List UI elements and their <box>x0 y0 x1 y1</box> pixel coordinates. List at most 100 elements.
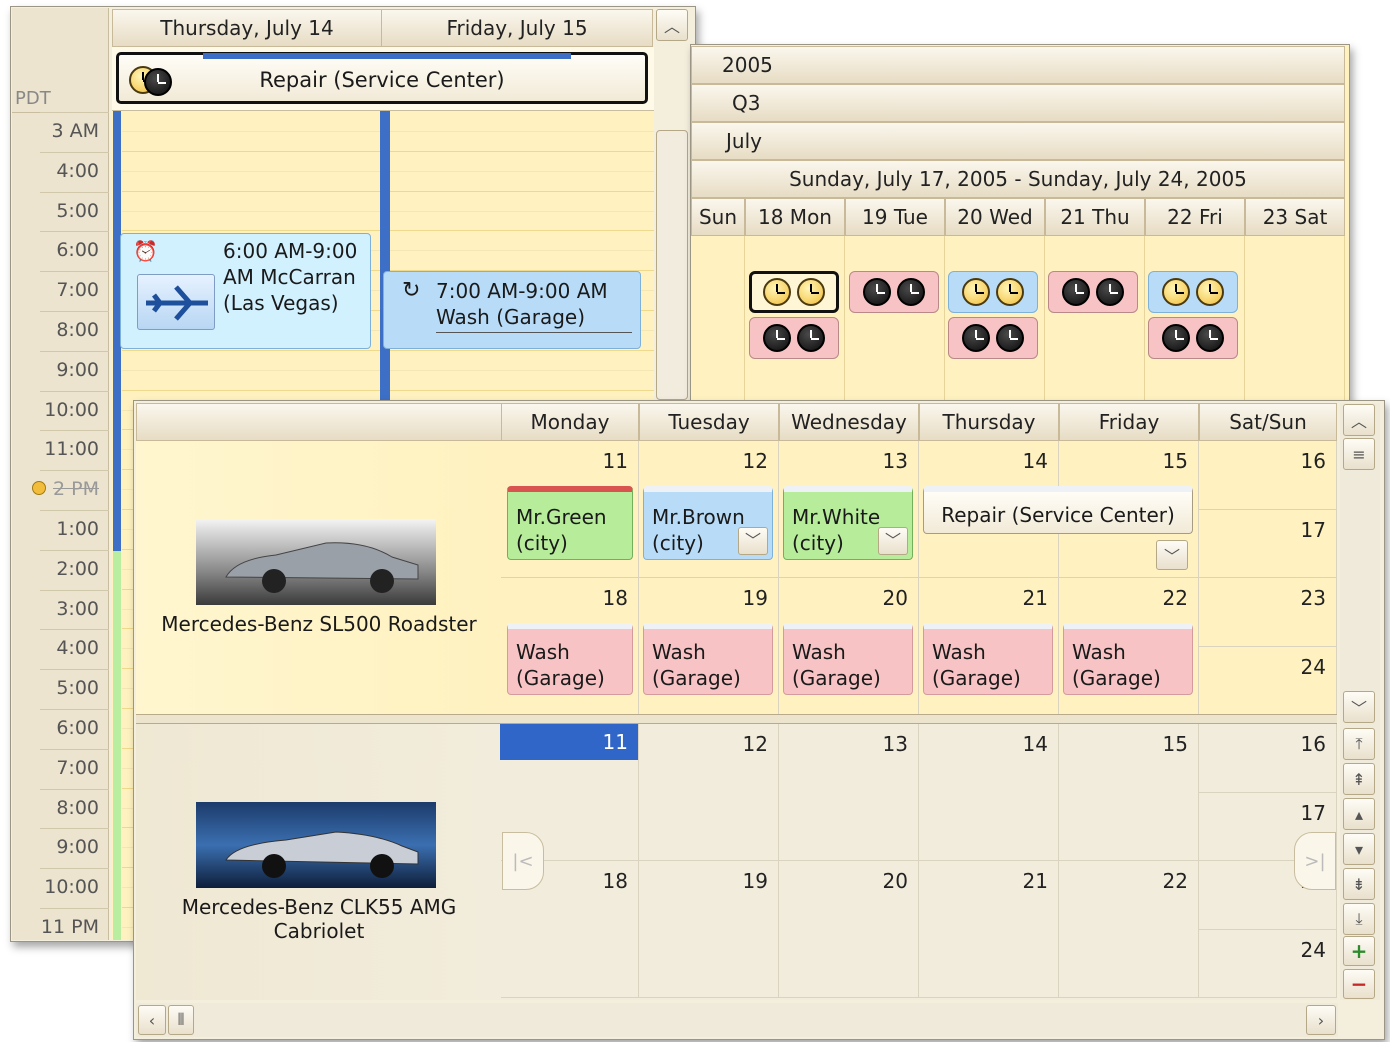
timeline-quarter[interactable]: Q3 <box>691 84 1345 122</box>
last-resource-button[interactable]: ⤓ <box>1343 903 1375 935</box>
day-cell[interactable]: 12 <box>639 724 779 861</box>
appointment-wash-month[interactable]: Wash (Garage) <box>643 623 773 695</box>
appointment-wash-month[interactable]: Wash (Garage) <box>923 623 1053 695</box>
scroll-up-button[interactable]: ︿ <box>656 9 688 41</box>
next-page-button[interactable]: ⇟ <box>1343 868 1375 900</box>
appointment-mr-green[interactable]: Mr.Green (city) <box>507 486 633 560</box>
weekend-cell[interactable]: 16 <box>1199 724 1337 793</box>
grip-icon: ⦀ <box>177 1010 185 1029</box>
timeline-day-header[interactable]: 18 Mon <box>745 198 845 236</box>
day-header-friday[interactable]: Friday, July 15 <box>381 9 653 47</box>
timeline-appointment-22-a[interactable] <box>1148 271 1238 313</box>
timeline-appointment-18-b[interactable] <box>749 317 839 359</box>
timeline-day-header[interactable]: Sun <box>691 198 745 236</box>
timeline-day-header[interactable]: 20 Wed <box>945 198 1045 236</box>
next-appointment-button[interactable]: >| <box>1294 832 1336 890</box>
timeline-week[interactable]: Sunday, July 17, 2005 - Sunday, July 24,… <box>691 160 1345 198</box>
more-appointments-button[interactable]: ﹀ <box>1156 540 1188 570</box>
timeline-day-column[interactable] <box>845 236 945 404</box>
day-cell[interactable]: 22 <box>1059 861 1199 998</box>
resource-name-clk55: Mercedes-Benz CLK55 AMG Cabriolet <box>181 895 457 943</box>
weekday-header[interactable]: Wednesday <box>779 403 919 441</box>
resource-header-corner <box>136 403 502 441</box>
appointment-wash-day[interactable]: ↻ 7:00 AM-9:00 AM Wash (Garage) <box>383 271 641 349</box>
weekday-header[interactable]: Friday <box>1059 403 1199 441</box>
day-number: 15 <box>1162 732 1188 756</box>
appointment-mr-white[interactable]: Mr.White (city) ﹀ <box>783 486 913 560</box>
timeline-day-header[interactable]: 21 Thu <box>1045 198 1145 236</box>
day-header-thursday[interactable]: Thursday, July 14 <box>112 9 382 47</box>
zoom-in-button[interactable]: + <box>1343 936 1375 966</box>
time-label: 6:00 <box>40 709 109 748</box>
timeline-appointment-22-b[interactable] <box>1148 317 1238 359</box>
prev-page-button[interactable]: ⇞ <box>1343 763 1375 795</box>
vertical-scrollbar-thumb[interactable] <box>656 130 688 400</box>
timeline-day-header[interactable]: 19 Tue <box>845 198 945 236</box>
chevron-down-icon: ﹀ <box>1163 547 1180 566</box>
timeline-appointment-21[interactable] <box>1048 271 1138 313</box>
prev-appointment-button[interactable]: |< <box>502 832 544 890</box>
day-number: 23 <box>1300 586 1326 610</box>
weekday-header[interactable]: Monday <box>501 403 639 441</box>
time-label: 10:00 <box>40 868 109 907</box>
expand-button[interactable]: ﹀ <box>738 527 768 555</box>
time-label: 2:00 <box>40 549 109 589</box>
scroll-left-button[interactable]: ‹ <box>138 1005 166 1035</box>
appointment-mr-brown[interactable]: Mr.Brown (city) ﹀ <box>643 486 773 560</box>
time-label: 5:00 <box>40 669 109 708</box>
day-cell[interactable]: 19 <box>639 861 779 998</box>
month-scroll-down[interactable]: ﹀ <box>1343 691 1375 723</box>
weekday-header[interactable]: Sat/Sun <box>1199 403 1337 441</box>
weekend-cell[interactable]: 17 <box>1199 509 1337 578</box>
day-number: 20 <box>882 869 908 893</box>
resource-header-sl500[interactable]: Mercedes-Benz SL500 Roadster <box>136 441 502 715</box>
weekday-headers: Monday Tuesday Wednesday Thursday Friday Sat/… <box>501 403 1337 441</box>
month-scroll-up[interactable]: ︿ <box>1343 404 1375 436</box>
day-cell[interactable]: 14 <box>919 724 1059 861</box>
scroll-right-button[interactable]: › <box>1306 1005 1336 1035</box>
appointment-wash-month[interactable]: Wash (Garage) <box>507 623 633 695</box>
day-cell[interactable]: 21 <box>919 861 1059 998</box>
all-day-appointment-label: Repair (Service Center) <box>259 68 505 92</box>
weekend-cell[interactable]: 16 <box>1199 441 1337 510</box>
expand-button[interactable]: ﹀ <box>878 527 908 555</box>
timeline-day-header[interactable]: 23 Sat <box>1245 198 1345 236</box>
timeline-day-header[interactable]: 22 Fri <box>1145 198 1245 236</box>
day-cell[interactable]: 13 <box>779 724 919 861</box>
next-resource-button[interactable]: ▾ <box>1343 833 1375 865</box>
weekday-header[interactable]: Thursday <box>919 403 1059 441</box>
month-scroll-thumb[interactable]: ≡ <box>1343 438 1375 470</box>
time-label: 3 AM <box>40 112 109 151</box>
day-number: 12 <box>742 449 768 473</box>
double-up-end-icon: ⤒ <box>1355 734 1363 753</box>
timeline-appointment-20-a[interactable] <box>948 271 1038 313</box>
first-resource-button[interactable]: ⤒ <box>1343 728 1375 760</box>
resource-header-clk55[interactable]: Mercedes-Benz CLK55 AMG Cabriolet <box>136 724 502 1000</box>
timeline-day-column[interactable] <box>1045 236 1145 404</box>
timeline-appointment-18-a[interactable] <box>749 271 839 313</box>
timeline-day-column[interactable] <box>691 236 745 404</box>
appointment-repair-month[interactable]: Repair (Service Center) <box>923 486 1193 534</box>
day-number: 14 <box>1022 449 1048 473</box>
weekday-header[interactable]: Tuesday <box>639 403 779 441</box>
appointment-wash-month[interactable]: Wash (Garage) <box>783 623 913 695</box>
all-day-appointment[interactable]: Repair (Service Center) <box>116 52 648 104</box>
zoom-out-button[interactable]: − <box>1343 969 1375 999</box>
horizontal-scroll-thumb[interactable]: ⦀ <box>168 1005 194 1035</box>
timeline-month[interactable]: July <box>691 122 1345 160</box>
current-time-marker-icon <box>32 481 46 495</box>
day-cell[interactable]: 15 <box>1059 724 1199 861</box>
weekend-cell[interactable]: 23 <box>1199 578 1337 647</box>
weekend-cell[interactable]: 24 <box>1199 646 1337 715</box>
timeline-year[interactable]: 2005 <box>691 46 1345 84</box>
appointment-mccarran[interactable]: ⏰ 6:00 AM-9:00 AM McCarran (Las Vegas) <box>120 233 371 349</box>
prev-resource-button[interactable]: ▴ <box>1343 798 1375 830</box>
weekend-cell[interactable]: 24 <box>1199 929 1337 998</box>
chevron-left-icon: ‹ <box>148 1010 156 1030</box>
timeline-appointment-19[interactable] <box>849 271 939 313</box>
timeline-day-column[interactable] <box>1245 236 1345 404</box>
timeline-appointment-20-b[interactable] <box>948 317 1038 359</box>
appointment-wash-month[interactable]: Wash (Garage) <box>1063 623 1193 695</box>
alarm-icon: ⏰ <box>133 239 158 263</box>
day-cell[interactable]: 20 <box>779 861 919 998</box>
